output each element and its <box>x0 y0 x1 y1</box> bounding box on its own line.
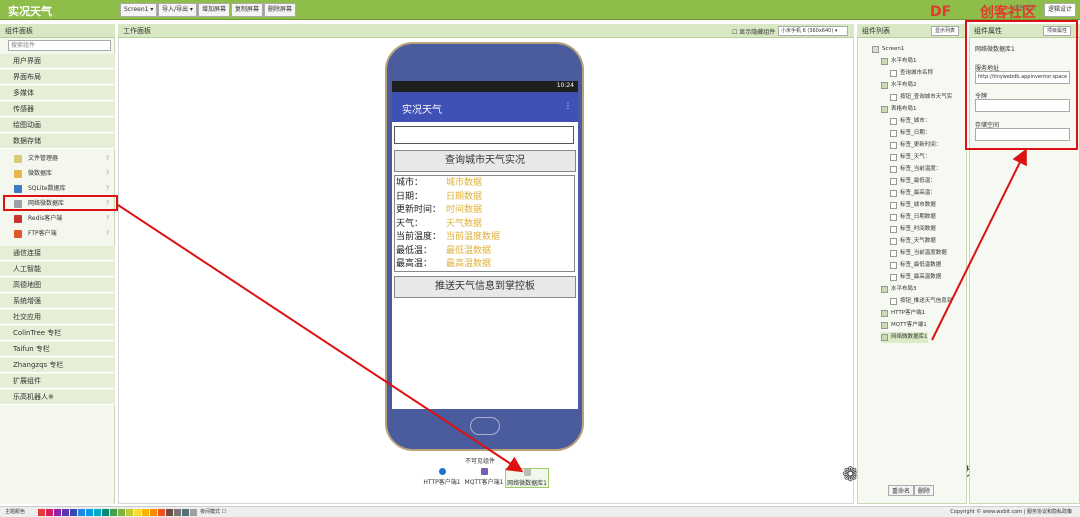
theme-swatch[interactable] <box>110 509 117 516</box>
theme-swatch[interactable] <box>54 509 61 516</box>
theme-swatch[interactable] <box>142 509 149 516</box>
theme-swatch[interactable] <box>126 509 133 516</box>
annotation-arrows <box>117 148 1027 473</box>
theme-swatch[interactable] <box>94 509 101 516</box>
theme-swatch[interactable] <box>62 509 69 516</box>
theme-swatch[interactable] <box>70 509 77 516</box>
theme-swatch[interactable] <box>182 509 189 516</box>
night-mode-toggle[interactable]: 夜间模式 ☐ <box>200 507 226 517</box>
theme-swatch[interactable] <box>46 509 53 516</box>
theme-swatch[interactable] <box>190 509 197 516</box>
theme-swatch[interactable] <box>174 509 181 516</box>
theme-swatch[interactable] <box>134 509 141 516</box>
theme-swatch[interactable] <box>150 509 157 516</box>
theme-swatch[interactable] <box>118 509 125 516</box>
theme-swatch[interactable] <box>158 509 165 516</box>
night-mode-label: 夜间模式 <box>200 509 221 515</box>
theme-swatch[interactable] <box>78 509 85 516</box>
theme-swatch[interactable] <box>86 509 93 516</box>
theme-swatch[interactable] <box>166 509 173 516</box>
theme-swatch[interactable] <box>102 509 109 516</box>
arrow-palette-to-nonvisible <box>117 204 524 473</box>
copyright: Copyright © www.wxbit.com | 服务协议和隐私政策 <box>950 509 1072 515</box>
theme-swatch[interactable] <box>38 509 45 516</box>
theme-label: 主题颜色 <box>5 509 26 515</box>
arrow-tree-to-properties <box>931 148 1027 341</box>
